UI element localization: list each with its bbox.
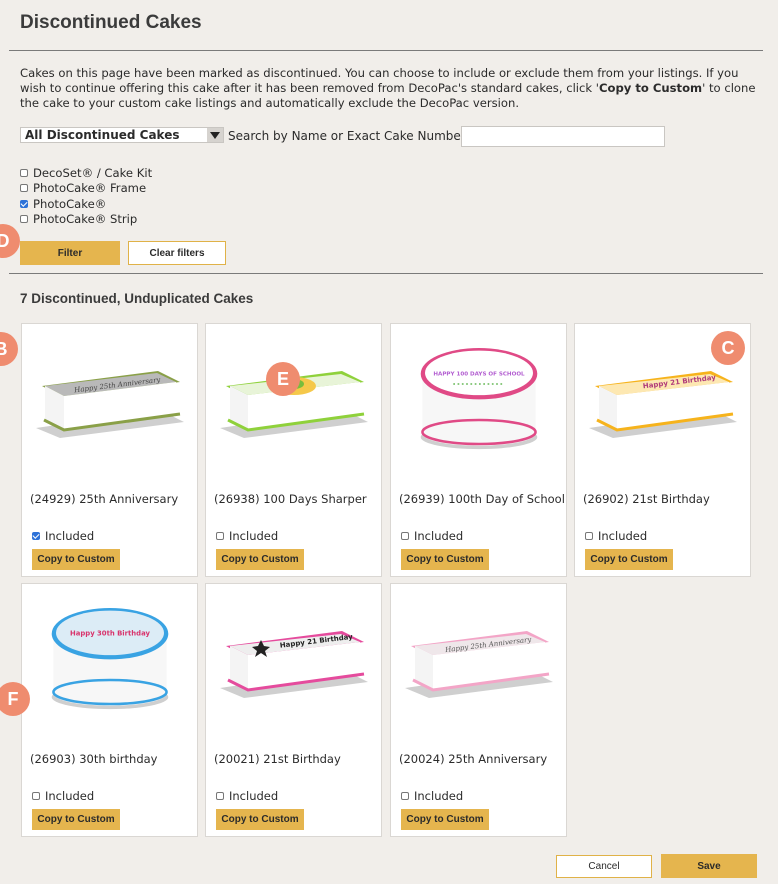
filter-label: PhotoCake®: [33, 196, 107, 211]
filter-option-decoset[interactable]: DecoSet® / Cake Kit: [20, 165, 152, 181]
filter-label: PhotoCake® Strip: [33, 212, 138, 227]
save-button[interactable]: Save: [661, 854, 757, 878]
search-input[interactable]: [461, 126, 665, 147]
filter-label: PhotoCake® Frame: [33, 181, 147, 196]
included-checkbox[interactable]: Included: [32, 529, 94, 543]
included-label: Included: [229, 789, 279, 803]
clear-filters-button[interactable]: Clear filters: [128, 241, 226, 265]
checkbox[interactable]: [401, 532, 409, 540]
marker-e: E: [266, 362, 300, 396]
included-checkbox[interactable]: Included: [32, 789, 94, 803]
filter-option-photocake-frame[interactable]: PhotoCake® Frame: [20, 181, 152, 197]
checkbox[interactable]: [20, 168, 28, 177]
included-checkbox[interactable]: Included: [401, 529, 463, 543]
cake-card: Happy 25th Anniversary (20024) 25th Anni…: [390, 583, 567, 837]
cake-card: Happy 21 Birthday (20021) 21st Birthday …: [205, 583, 382, 837]
included-checkbox[interactable]: Included: [401, 789, 463, 803]
cake-art-text: HAPPY 100 DAYS OF SCHOOL: [433, 371, 525, 377]
included-checkbox[interactable]: Included: [585, 529, 647, 543]
cake-status-select[interactable]: All Discontinued Cakes: [20, 127, 224, 143]
cake-name: (26938) 100 Days Sharper: [214, 492, 367, 506]
page-title: Discontinued Cakes: [20, 12, 202, 33]
marker-b: B: [0, 332, 18, 366]
cake-card: Happy 30th Birthday (26903) 30th birthda…: [21, 583, 198, 837]
cake-art-text: Happy 30th Birthday: [70, 629, 150, 637]
cake-card: Happy 25th Anniversary (24929) 25th Anni…: [21, 323, 198, 577]
select-value: All Discontinued Cakes: [25, 128, 180, 142]
included-label: Included: [229, 529, 279, 543]
marker-d: D: [0, 224, 20, 258]
checkbox[interactable]: [20, 184, 28, 193]
results-title: 7 Discontinued, Unduplicated Cakes: [20, 291, 254, 306]
copy-to-custom-button[interactable]: Copy to Custom: [216, 549, 304, 570]
included-label: Included: [598, 529, 648, 543]
cake-name: (20021) 21st Birthday: [214, 752, 341, 766]
included-checkbox[interactable]: Included: [216, 529, 278, 543]
included-label: Included: [414, 789, 464, 803]
cake-image: Happy 25th Anniversary: [405, 631, 553, 698]
search-label: Search by Name or Exact Cake Number:: [228, 129, 470, 143]
intro-text: Cakes on this page have been marked as d…: [20, 66, 756, 110]
cake-image: HAPPY 100 DAYS OF SCHOOL: [420, 348, 538, 450]
filter-button[interactable]: Filter: [20, 241, 120, 265]
cake-name: (24929) 25th Anniversary: [30, 492, 179, 506]
checkbox[interactable]: [216, 532, 224, 540]
included-checkbox[interactable]: Included: [216, 789, 278, 803]
checkbox[interactable]: [20, 215, 28, 224]
filter-divider: [9, 273, 763, 274]
copy-to-custom-button[interactable]: Copy to Custom: [32, 809, 120, 830]
cake-name: (20024) 25th Anniversary: [399, 752, 548, 766]
checkbox[interactable]: [216, 792, 224, 800]
cake-card: (26938) 100 Days Sharper Included Copy t…: [205, 323, 382, 577]
copy-to-custom-button[interactable]: Copy to Custom: [32, 549, 120, 570]
cancel-button[interactable]: Cancel: [556, 855, 652, 878]
checkbox[interactable]: [20, 199, 28, 208]
filter-option-photocake[interactable]: PhotoCake®: [20, 196, 152, 212]
filter-label: DecoSet® / Cake Kit: [33, 165, 153, 180]
copy-to-custom-button[interactable]: Copy to Custom: [585, 549, 673, 570]
checkbox[interactable]: [32, 792, 40, 800]
cake-image: Happy 21 Birthday: [220, 631, 368, 698]
cake-card: HAPPY 100 DAYS OF SCHOOL (26939) 100th D…: [390, 323, 567, 577]
checkbox[interactable]: [585, 532, 593, 540]
cake-image: Happy 30th Birthday: [51, 608, 169, 710]
chevron-down-icon[interactable]: [207, 128, 223, 142]
cake-image: [220, 371, 368, 438]
marker-c: C: [711, 331, 745, 365]
cake-name: (26903) 30th birthday: [30, 752, 158, 766]
included-label: Included: [414, 529, 464, 543]
included-label: Included: [45, 789, 95, 803]
copy-to-custom-button[interactable]: Copy to Custom: [401, 809, 489, 830]
title-divider: [9, 50, 763, 51]
filter-option-photocake-strip[interactable]: PhotoCake® Strip: [20, 212, 152, 228]
cake-name: (26939) 100th Day of School: [399, 492, 565, 506]
filter-checkboxes: DecoSet® / Cake Kit PhotoCake® Frame Pho…: [20, 165, 152, 227]
copy-to-custom-button[interactable]: Copy to Custom: [401, 549, 489, 570]
included-label: Included: [45, 529, 95, 543]
checkbox[interactable]: [401, 792, 409, 800]
cake-name: (26902) 21st Birthday: [583, 492, 710, 506]
checkbox[interactable]: [32, 532, 40, 540]
copy-to-custom-button[interactable]: Copy to Custom: [216, 809, 304, 830]
cake-image: Happy 25th Anniversary: [36, 371, 184, 438]
